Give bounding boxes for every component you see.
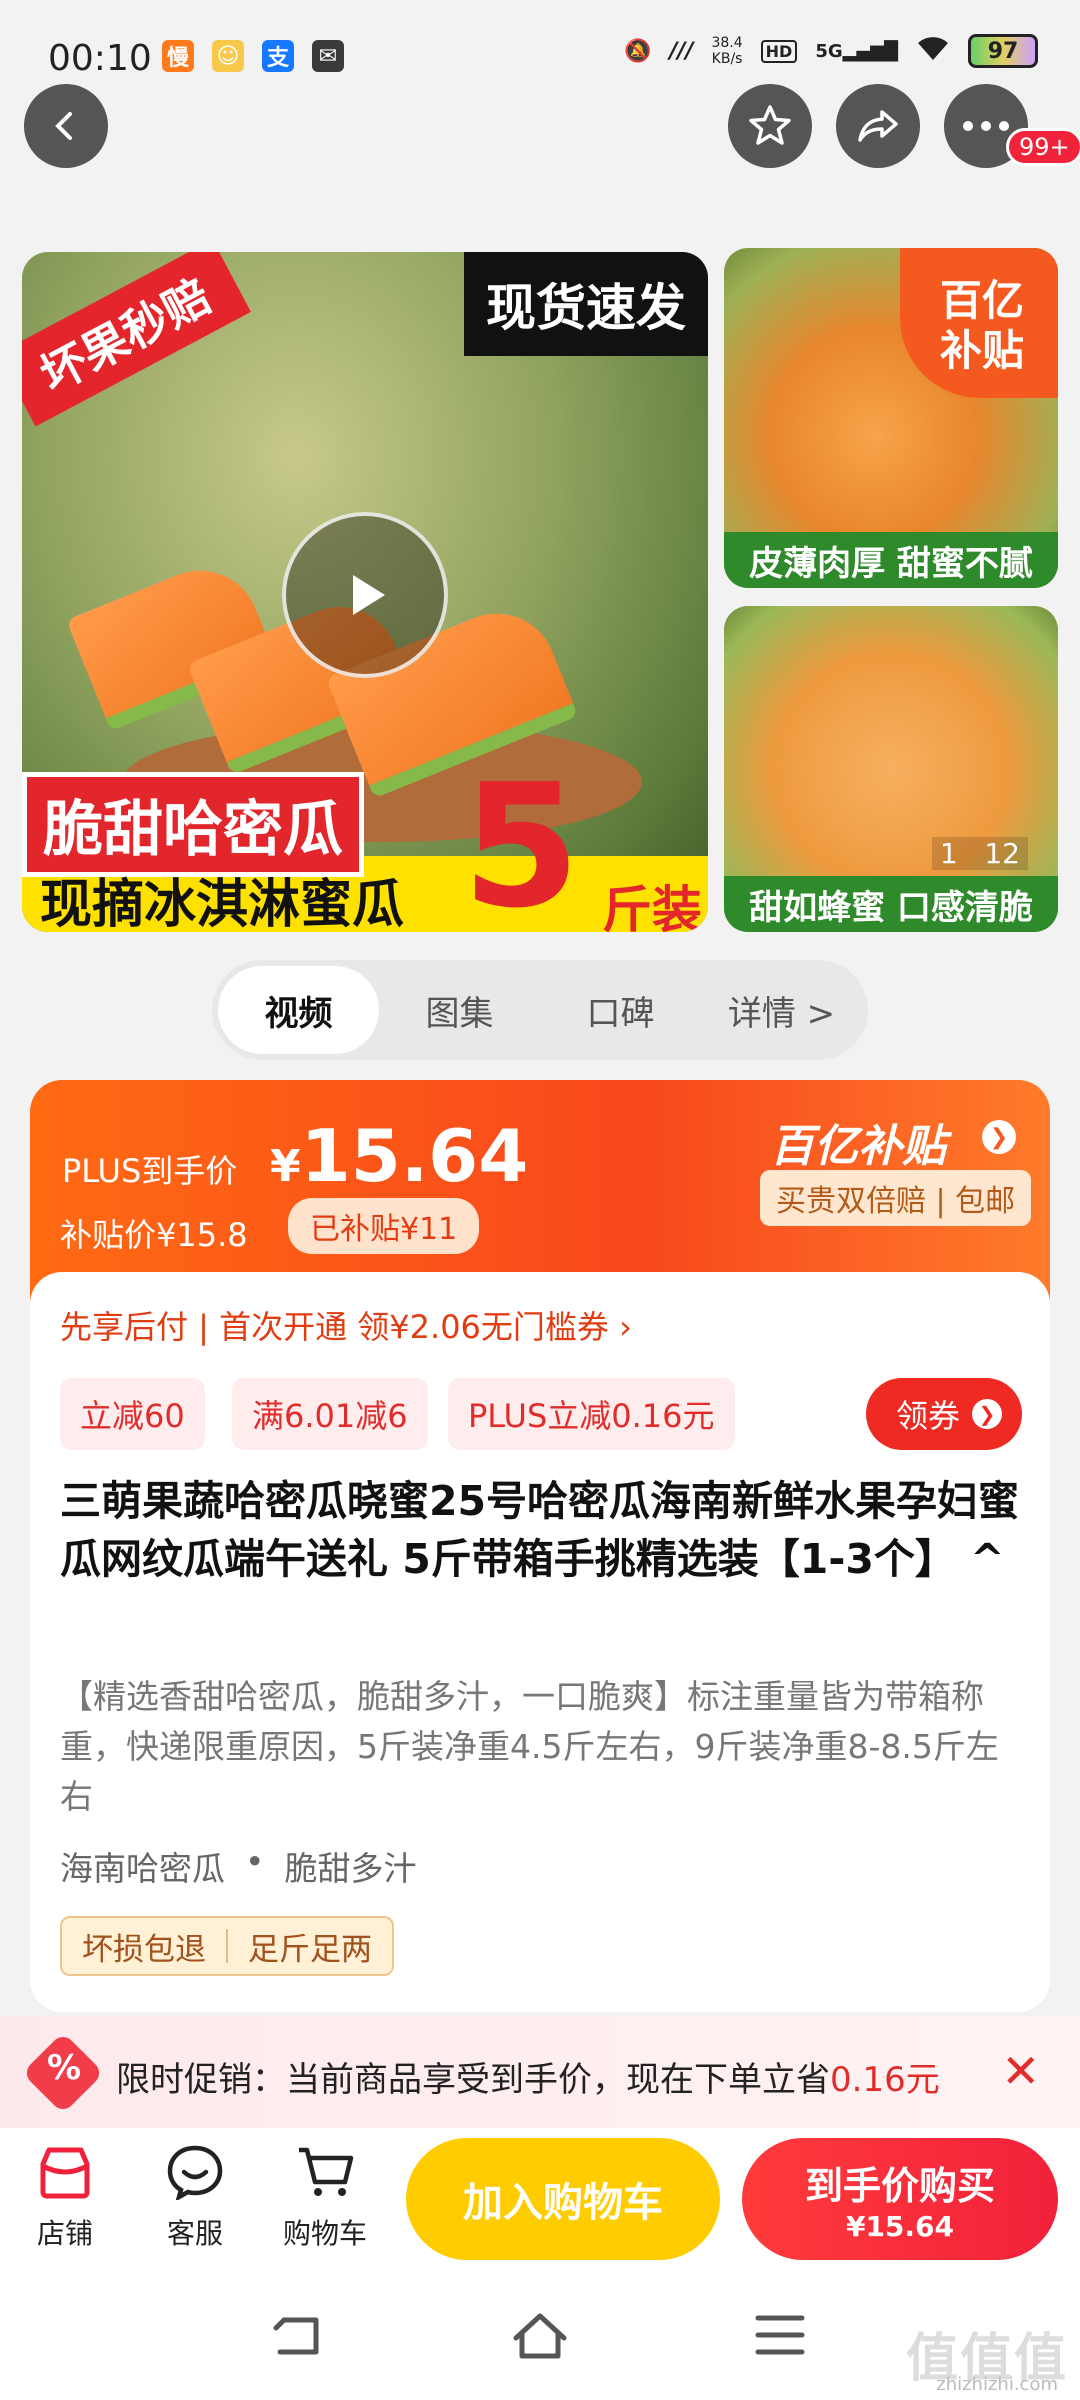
nfc-icon: /// [669, 38, 694, 64]
close-icon[interactable]: ✕ [1001, 2044, 1040, 2098]
wechat-icon: ✉ [312, 40, 344, 72]
wifi-icon [916, 34, 950, 68]
weight-number: 5 [462, 748, 581, 932]
product-info-card: 先享后付 | 首次开通 领¥2.06无门槛券 › 立减60 满6.01减6 PL… [30, 1272, 1050, 2012]
final-price: ¥15.64 [270, 1114, 529, 1198]
subsidized-amount: 已补贴¥11 [288, 1198, 480, 1254]
pay-later-coupon-link[interactable]: 先享后付 | 首次开通 领¥2.06无门槛券 › [60, 1302, 632, 1348]
battery-icon: 97 [968, 34, 1038, 68]
status-bar: 00:10 慢 ☺ 支 ✉ 🔕 /// 38.4 KB/s HD 5G▂▄▆█ … [0, 0, 1080, 118]
mute-icon: 🔕 [623, 38, 652, 64]
tab-details[interactable]: 详情 > [701, 966, 862, 1054]
menu-nav-icon[interactable] [754, 2310, 806, 2360]
service-promises[interactable]: 坏损包退 足斤足两 [60, 1916, 394, 1976]
thumbnail-caption: 皮薄肉厚 甜蜜不腻 [724, 532, 1058, 588]
home-nav-icon[interactable] [510, 2308, 570, 2364]
discount-chip[interactable]: PLUS立减0.16元 [448, 1378, 735, 1450]
product-tag: 脆甜多汁 [284, 1849, 417, 1888]
get-coupon-button[interactable]: 领券 ❯ [865, 1378, 1022, 1450]
product-title[interactable]: 三萌果蔬哈密瓜晓蜜25号哈密瓜海南新鲜水果孕妇蜜瓜网纹瓜端午送礼 5斤带箱手挑精… [60, 1472, 1040, 1588]
play-button[interactable] [282, 512, 448, 678]
back-button[interactable] [24, 84, 108, 168]
image-counter: 1 12 [931, 837, 1028, 870]
thumbnail-caption: 甜如蜂蜜 口感清脆 [724, 876, 1058, 932]
alipay-icon: 支 [262, 40, 294, 72]
play-icon [353, 575, 385, 615]
tab-gallery[interactable]: 图集 [379, 966, 540, 1054]
subsidy-price: 补贴价¥15.8 [60, 1216, 248, 1254]
tag-separator: • [245, 1842, 265, 1881]
main-product-video[interactable]: 坏果秒赔 现货速发 脆甜哈密瓜 现摘冰淇淋蜜瓜 5 斤装 [22, 252, 708, 932]
add-to-cart-button[interactable]: 加入购物车 [406, 2138, 720, 2260]
promo-text: 限时促销：当前商品享受到手价，现在下单立省0.16元 [116, 2060, 940, 2100]
discount-chip[interactable]: 满6.01减6 [232, 1378, 428, 1450]
discount-chip[interactable]: 立减60 [60, 1378, 205, 1450]
product-tags: 海南哈密瓜 • 脆甜多汁 [60, 1842, 416, 1890]
share-button[interactable] [836, 84, 920, 168]
bad-fruit-compensation-tag: 坏果秒赔 [22, 252, 251, 427]
store-icon [40, 2147, 90, 2199]
plus-price-label: PLUS到手价 [62, 1152, 238, 1190]
gallery-thumbnail-1[interactable]: 百亿 补贴 皮薄肉厚 甜蜜不腻 [724, 248, 1058, 588]
tab-reviews[interactable]: 口碑 [540, 966, 701, 1054]
app-mascot-icon: ☺ [212, 40, 244, 72]
buy-now-button[interactable]: 到手价购买 ¥15.64 [742, 2138, 1058, 2260]
signal-icon: 5G▂▄▆█ [815, 40, 898, 62]
subsidy-brand-logo[interactable]: 百亿补贴 [770, 1110, 946, 1174]
product-tag: 海南哈密瓜 [60, 1849, 225, 1888]
message-count-badge: 99+ [1006, 128, 1080, 166]
back-nav-icon[interactable] [270, 2308, 326, 2364]
star-icon [749, 105, 791, 145]
chevron-right-icon[interactable]: ❯ [982, 1120, 1016, 1154]
weight-unit: 斤装 [602, 881, 702, 932]
hd-icon: HD [760, 39, 798, 63]
percent-icon: % [46, 2048, 82, 2088]
shop-button[interactable]: 店铺 [10, 2144, 120, 2252]
app-notification-icon: 慢 [162, 40, 194, 72]
chat-smile-icon [167, 2145, 223, 2200]
product-slogan: 现摘冰淇淋蜜瓜 [40, 875, 405, 932]
status-time: 00:10 [48, 38, 152, 79]
favorite-button[interactable] [728, 84, 812, 168]
price-guarantee: 买贵双倍赔 | 包邮 [760, 1170, 1032, 1226]
promo-banner[interactable]: % 限时促销：当前商品享受到手价，现在下单立省0.16元 ✕ [0, 2016, 1080, 2128]
media-tabs: 视频 图集 口碑 详情 > [212, 960, 868, 1060]
status-app-icons: 慢 ☺ 支 ✉ [162, 40, 344, 72]
subsidy-badge: 百亿 补贴 [900, 248, 1058, 398]
status-indicators: 🔕 /// 38.4 KB/s HD 5G▂▄▆█ 97 [624, 34, 1038, 68]
product-gallery[interactable]: 坏果秒赔 现货速发 脆甜哈密瓜 现摘冰淇淋蜜瓜 5 斤装 百亿 补贴 皮薄肉厚 … [0, 248, 1080, 938]
network-speed: 38.4 KB/s [711, 35, 743, 67]
cart-button[interactable]: 购物车 [270, 2144, 380, 2252]
promise-return: 坏损包退 [82, 1931, 206, 1968]
chevron-right-icon: ❯ [972, 1399, 1002, 1429]
gallery-thumbnail-2[interactable]: 1 12 甜如蜂蜜 口感清脆 [724, 606, 1058, 932]
shopping-cart-icon [299, 2147, 354, 2196]
more-dots-icon [963, 121, 1009, 131]
promise-weight: 足斤足两 [248, 1931, 372, 1968]
share-icon [858, 110, 898, 142]
customer-service-button[interactable]: 客服 [140, 2144, 250, 2252]
in-stock-tag: 现货速发 [464, 252, 708, 356]
site-watermark-url: zhizhizhi.com [936, 2374, 1058, 2395]
tab-video[interactable]: 视频 [218, 966, 379, 1054]
product-description: 【精选香甜哈密瓜，脆甜多汁，一口脆爽】标注重量皆为带箱称重，快递限重原因，5斤装… [60, 1677, 999, 1816]
back-arrow-icon [55, 112, 72, 140]
bottom-action-bar: 店铺 客服 购物车 加入购物车 到手价购买 ¥15.64 [0, 2128, 1080, 2278]
